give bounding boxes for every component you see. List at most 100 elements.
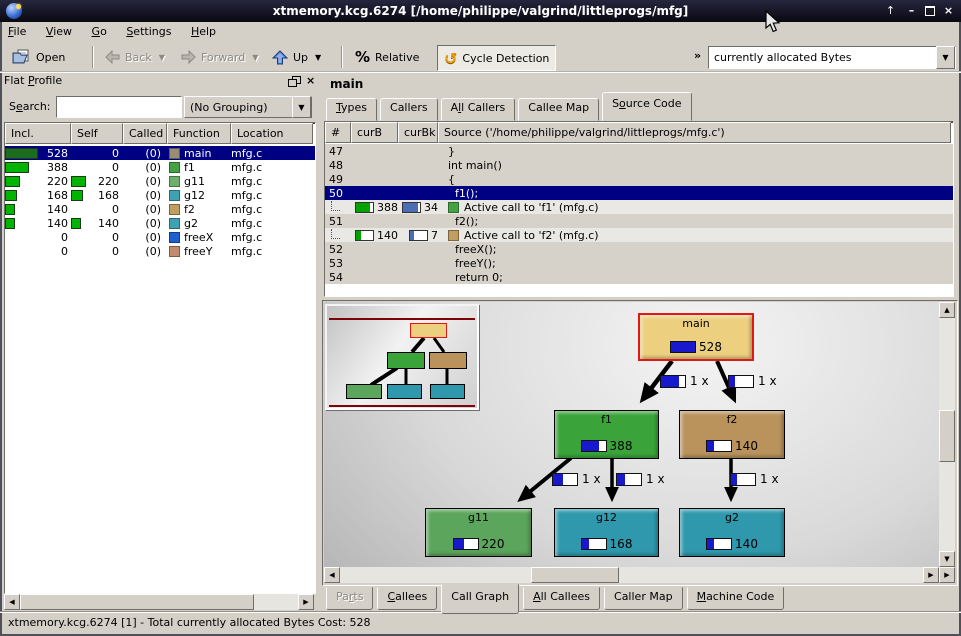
up-button[interactable]: Up▼ [266,45,327,69]
scroll-up-arrow[interactable]: ▲ [939,302,955,318]
scroll-right-arrow[interactable]: ▶ [298,594,314,610]
source-line[interactable]: 53 freeY(); [325,256,953,270]
active-function-title: main [330,77,363,91]
title-bar[interactable]: xtmemory.kcg.6274 [/home/philippe/valgri… [0,0,961,22]
tab-machine-code[interactable]: Machine Code [687,587,785,610]
scroll-thumb[interactable] [531,567,619,583]
forward-arrow-icon [181,50,196,64]
call-graph-canvas[interactable]: main 528 f1 388 f2 140 g11 220 g12 168 g… [324,302,939,567]
minimize-button[interactable]: – [903,3,920,19]
column-header-curb[interactable]: curB [351,122,398,143]
graph-vscrollbar[interactable]: ▲ ▼ [939,302,955,567]
function-color-swatch [169,204,180,215]
source-line[interactable]: 47 } [325,144,953,158]
scroll-left-arrow[interactable]: ◀ [324,567,340,583]
table-row-freeX[interactable]: 0 0 (0) freeX mfg.c [5,230,315,244]
curb-bar [355,202,374,213]
tab-all-callers[interactable]: All Callers [441,98,516,121]
table-row-main[interactable]: 528 0 (0) main mfg.c [5,146,315,160]
dock-float-icon[interactable] [288,76,301,88]
event-type-select[interactable]: currently allocated Bytes ▼ [708,46,956,69]
shade-button[interactable]: ↑ [882,3,899,19]
close-button[interactable]: × [940,3,957,19]
edge-label-f1-g12[interactable]: 1 x [616,472,665,486]
grouping-dropdown-arrow[interactable]: ▼ [292,96,311,118]
source-line[interactable]: 54 return 0; [325,270,953,284]
table-row-g11[interactable]: 220 220 (0) g11 mfg.c [5,174,315,188]
graph-node-g11[interactable]: g11 220 [425,508,532,557]
column-header-self[interactable]: Self [71,123,123,144]
tab-types[interactable]: Types [326,98,377,121]
tab-caller-map[interactable]: Caller Map [604,587,683,610]
toolbar-overflow-chevron[interactable]: » [694,49,701,62]
forward-dropdown-arrow[interactable]: ▼ [252,53,258,62]
scroll-thumb[interactable] [20,594,254,610]
scroll-down-arrow[interactable]: ▼ [939,551,955,567]
graph-node-f1[interactable]: f1 388 [554,410,659,459]
source-line[interactable]: 48 int main() [325,158,953,172]
app-icon[interactable] [6,3,22,19]
source-line-selected[interactable]: 50 f1(); [325,186,953,200]
scroll-left-arrow[interactable]: ◀ [4,594,20,610]
edge-label-main-f2[interactable]: 1 x [728,374,777,388]
scroll-thumb[interactable] [939,410,955,462]
menu-file[interactable]: File [0,22,34,42]
function-color-swatch [169,246,180,257]
tab-source-code[interactable]: Source Code [602,92,691,121]
column-header-called[interactable]: Called [123,123,167,144]
graph-node-g12[interactable]: g12 168 [554,508,659,557]
tab-call-graph[interactable]: Call Graph [441,584,519,614]
grouping-select[interactable]: (No Grouping) ▼ [184,96,312,118]
tab-all-callees[interactable]: All Callees [523,587,600,610]
event-type-dropdown-arrow[interactable]: ▼ [936,46,955,69]
graph-hscrollbar[interactable]: ◀ ▶ [324,567,939,583]
flat-profile-hscrollbar[interactable]: ◀ ▶ [4,594,314,610]
column-header-curbk[interactable]: curBk [398,122,438,143]
table-row-f2[interactable]: 140 0 (0) f2 mfg.c [5,202,315,216]
column-header-incl[interactable]: Incl. [5,123,71,144]
graph-node-main[interactable]: main 528 [638,313,754,361]
edge-label-f2-g2[interactable]: 1 x [730,472,779,486]
up-dropdown-arrow[interactable]: ▼ [315,53,321,62]
edge-label-f1-g11[interactable]: 1 x [552,472,601,486]
column-header-line[interactable]: # [325,122,351,143]
column-header-function[interactable]: Function [167,123,231,144]
graph-node-g2[interactable]: g2 140 [679,508,785,557]
menu-settings[interactable]: Settings [118,22,179,42]
function-color-swatch [169,162,180,173]
grouping-value: (No Grouping) [185,101,292,114]
maximize-button[interactable] [921,3,938,19]
scroll-corner-arrow[interactable]: ▶ [939,567,955,583]
table-row-g12[interactable]: 168 168 (0) g12 mfg.c [5,188,315,202]
source-line[interactable]: 52 freeX(); [325,242,953,256]
cycle-detection-button[interactable]: ↺ Cycle Detection [437,45,556,71]
open-button[interactable]: Open [6,45,71,69]
source-call-line-f1[interactable]: 388 34 Active call to 'f1' (mfg.c) [325,200,953,214]
source-call-line-f2[interactable]: 140 7 Active call to 'f2' (mfg.c) [325,228,953,242]
back-dropdown-arrow[interactable]: ▼ [159,53,165,62]
tab-callers[interactable]: Callers [380,98,438,121]
table-row-freeY[interactable]: 0 0 (0) freeY mfg.c [5,244,315,258]
dock-close-icon[interactable]: × [306,74,315,87]
tab-callee-map[interactable]: Callee Map [518,98,599,121]
back-button[interactable]: Back▼ [99,45,171,69]
table-row-g2[interactable]: 140 140 (0) g2 mfg.c [5,216,315,230]
table-row-f1[interactable]: 388 0 (0) f1 mfg.c [5,160,315,174]
source-line[interactable]: 49 { [325,172,953,186]
tab-callees[interactable]: Callees [377,587,437,610]
scroll-right-arrow[interactable]: ▶ [923,567,939,583]
forward-button[interactable]: Forward▼ [175,45,264,69]
tab-parts: Parts [326,587,373,610]
graph-minimap[interactable] [325,304,479,410]
menu-view[interactable]: View [38,22,80,42]
menu-help[interactable]: Help [183,22,224,42]
column-header-source[interactable]: Source ('/home/philippe/valgrind/littlep… [438,122,951,143]
source-line[interactable]: 51 f2(); [325,214,953,228]
search-input[interactable] [56,96,182,118]
edge-label-main-f1[interactable]: 1 x [660,374,709,388]
relative-toggle-button[interactable]: % Relative [349,45,425,69]
graph-node-f2[interactable]: f2 140 [679,410,785,459]
flat-profile-dock-header[interactable]: Flat Profile × [4,74,314,92]
menu-go[interactable]: Go [84,22,115,42]
column-header-location[interactable]: Location [231,123,313,144]
